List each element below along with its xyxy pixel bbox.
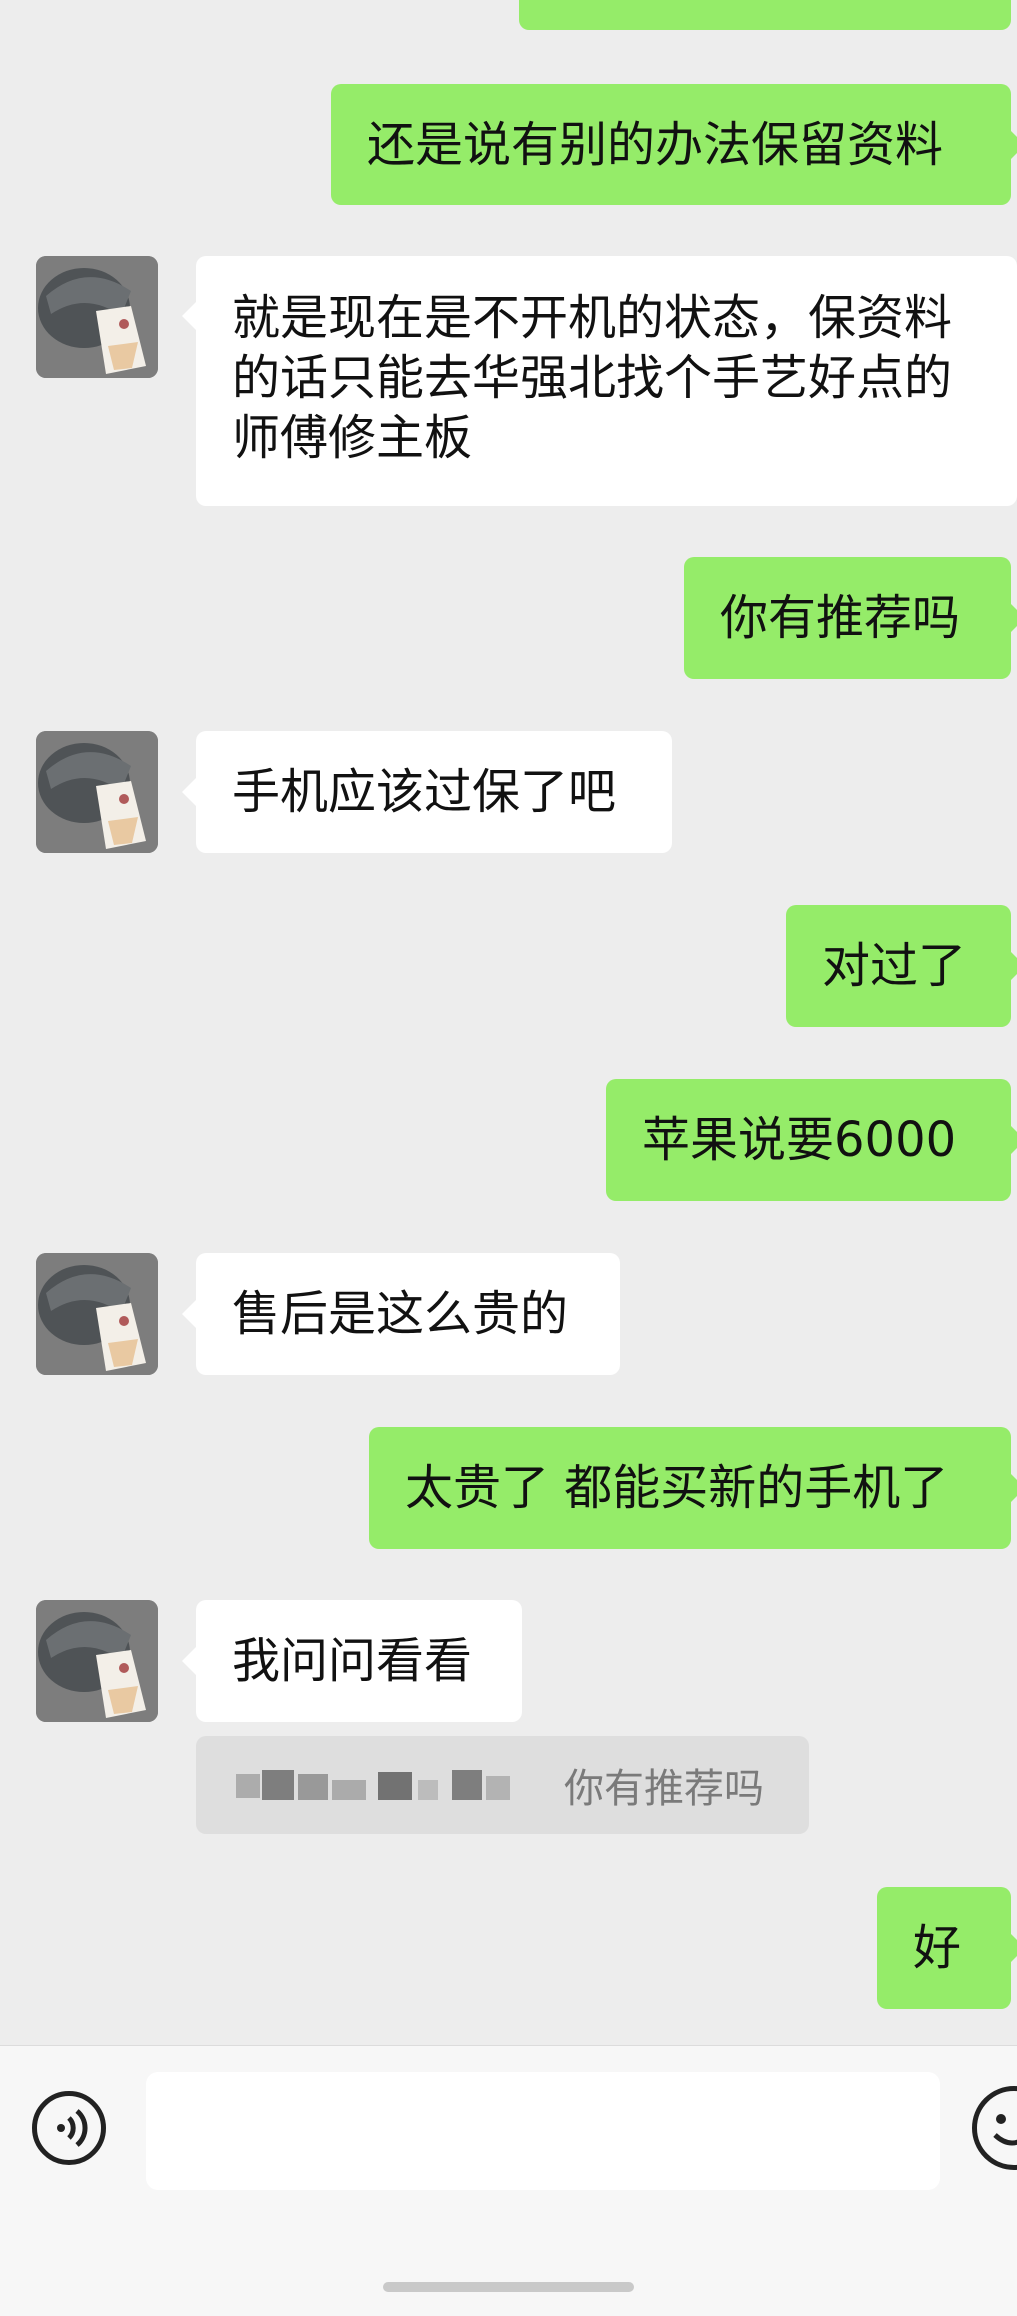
sent-message[interactable]: 好 [877,1887,1017,2009]
message-text: 太贵了 都能买新的手机了 [405,1460,949,1516]
quoted-message[interactable]: 你有推荐吗 [196,1736,809,1834]
received-message[interactable]: 售后是这么贵的 [182,1253,620,1375]
sent-message[interactable]: 太贵了 都能买新的手机了 [369,1427,1017,1549]
voice-input-icon[interactable] [32,2091,106,2165]
received-message[interactable]: 我问问看看 [182,1600,522,1722]
voice-input-glyph [57,2109,88,2147]
sent-message[interactable]: 苹果说要6000 [606,1079,1017,1201]
message-line: 的话只能去华强北找个手艺好点的 [232,350,953,406]
avatar[interactable] [36,256,158,378]
quoted-text: 你有推荐吗 [564,1766,764,1812]
message-text: 你有推荐吗 [720,590,961,646]
message-text: 对过了 [822,938,967,994]
message-text: 售后是这么贵的 [232,1286,569,1342]
home-indicator[interactable] [383,2282,634,2292]
message-text: 还是说有别的办法保留资料 [367,116,944,173]
message-text: 我问问看看 [232,1633,473,1689]
received-message[interactable]: 就是现在是不开机的状态，保资料 的话只能去华强北找个手艺好点的 师傅修主板 [182,256,1017,506]
received-message[interactable]: 手机应该过保了吧 [182,731,672,853]
message-text: 苹果说要6000 [642,1112,957,1168]
sent-message[interactable]: 对过了 [786,905,1017,1027]
avatar[interactable] [36,1600,158,1722]
message-line: 就是现在是不开机的状态，保资料 [232,290,953,346]
avatar-image [36,256,158,378]
message-input[interactable] [146,2072,940,2190]
avatar-image [36,1600,158,1722]
message-text: 手机应该过保了吧 [232,764,617,820]
blurred-name [236,1770,510,1800]
sent-message[interactable]: 还是说有别的办法保留资料 [331,84,1017,205]
message-text: 好 [913,1920,962,1976]
emoji-glyph [993,2114,1017,2146]
message-line: 师傅修主板 [232,410,473,466]
avatar-image [36,731,158,853]
input-bar [0,2045,1017,2316]
avatar-image [36,1253,158,1375]
avatar[interactable] [36,1253,158,1375]
sent-message[interactable]: 你有推荐吗 [684,557,1017,679]
emoji-icon[interactable] [972,2086,1017,2170]
avatar[interactable] [36,731,158,853]
sent-message-partial[interactable] [519,0,1011,30]
